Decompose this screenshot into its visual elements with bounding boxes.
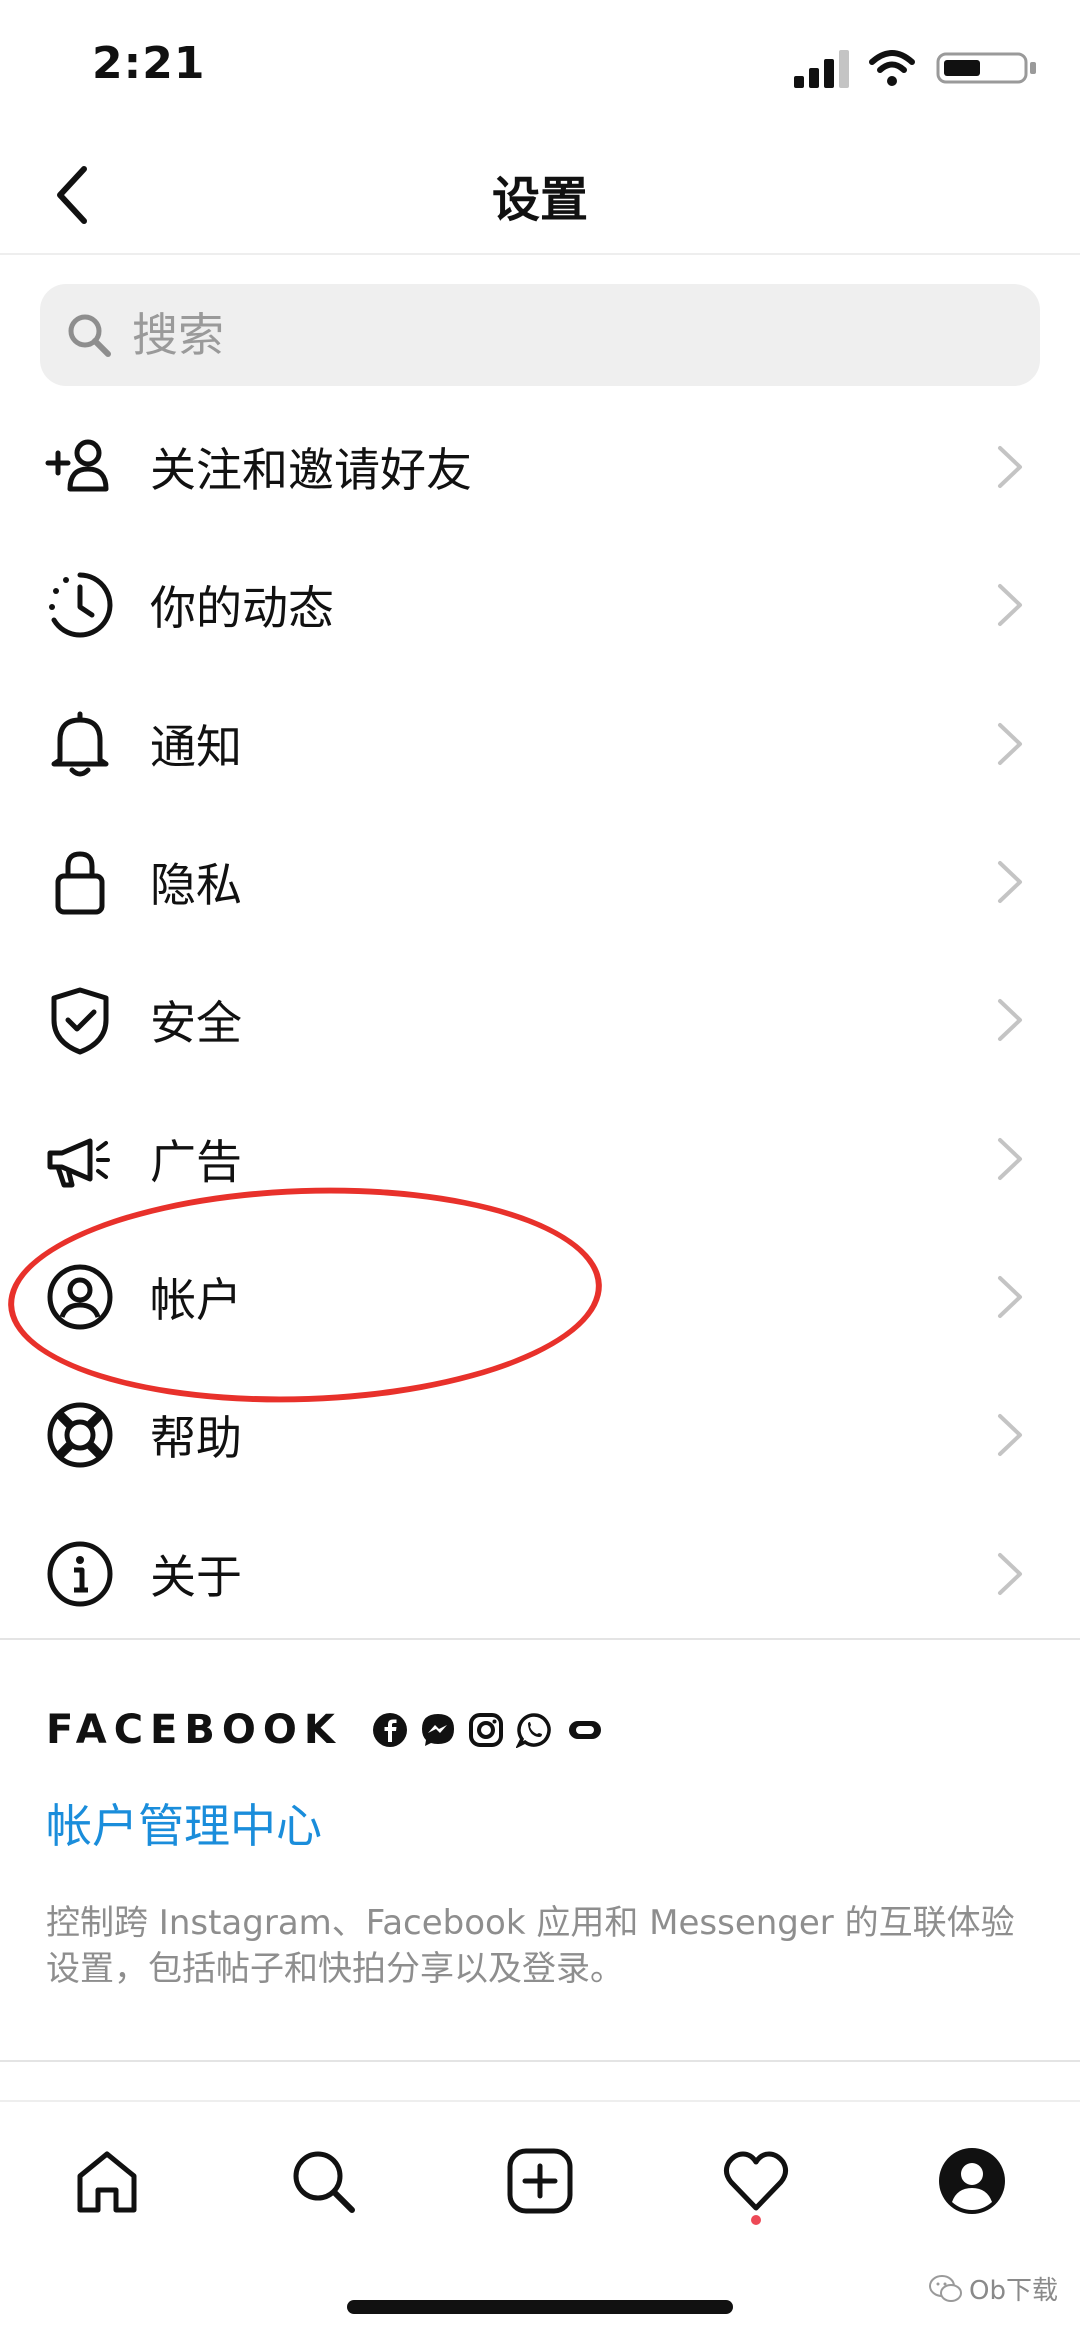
instagram-icon	[468, 1713, 503, 1747]
menu-item-security[interactable]: 安全	[0, 951, 1080, 1089]
activity-heart-icon	[723, 2151, 789, 2211]
status-bar: 2:21	[0, 0, 1080, 130]
chevron-right-icon	[998, 1414, 1022, 1457]
profile-icon	[939, 2148, 1005, 2214]
notification-dot	[751, 2215, 761, 2225]
menu-item-privacy[interactable]: 隐私	[0, 813, 1080, 951]
lock-icon	[44, 846, 116, 918]
chevron-right-icon	[998, 1275, 1022, 1318]
section-divider	[0, 1638, 1080, 1640]
facebook-wordmark: FACEBOOK	[46, 1707, 342, 1753]
menu-item-label: 帐户	[150, 1272, 242, 1327]
facebook-icon	[372, 1713, 407, 1747]
status-icons	[740, 48, 1040, 88]
menu-item-follow-invite[interactable]: 关注和邀请好友	[0, 398, 1080, 536]
header: 设置	[0, 140, 1080, 255]
home-icon	[77, 2151, 137, 2213]
menu-item-your-activity[interactable]: 你的动态	[0, 536, 1080, 674]
wifi-icon	[869, 50, 915, 86]
accounts-center-link[interactable]: 帐户管理中心	[46, 1790, 1046, 1856]
menu-item-label: 广告	[150, 1134, 242, 1189]
chevron-right-icon	[998, 446, 1022, 489]
create-icon	[507, 2148, 573, 2214]
add-person-icon	[44, 431, 116, 503]
oculus-icon	[568, 1721, 601, 1739]
menu-item-notifications[interactable]: 通知	[0, 675, 1080, 813]
search-icon	[293, 2151, 355, 2213]
signal-icon	[794, 50, 849, 88]
watermark: Ob下载	[929, 2270, 1058, 2307]
menu-item-about[interactable]: 关于	[0, 1504, 1080, 1642]
battery-icon	[936, 52, 1036, 84]
wechat-icon	[929, 2274, 963, 2302]
facebook-section: FACEBOOK 帐户管理中心 控制跨 Instagram、Facebook 应…	[46, 1700, 1046, 1992]
menu-item-label: 关于	[150, 1549, 242, 1604]
home-indicator	[347, 2300, 733, 2314]
megaphone-icon	[44, 1123, 116, 1195]
menu-item-help[interactable]: 帮助	[0, 1366, 1080, 1504]
menu-item-label: 帮助	[150, 1411, 242, 1466]
status-time: 2:21	[92, 38, 206, 89]
facebook-app-icons	[372, 1712, 606, 1748]
bell-icon	[44, 708, 116, 780]
account-circle-icon	[44, 1261, 116, 1333]
menu-item-label: 安全	[150, 996, 242, 1051]
menu-item-label: 你的动态	[150, 581, 334, 636]
chevron-right-icon	[998, 999, 1022, 1042]
chevron-right-icon	[998, 722, 1022, 765]
bottom-nav	[0, 2100, 1080, 2240]
whatsapp-icon	[515, 1713, 551, 1748]
info-icon	[44, 1538, 116, 1610]
watermark-text: Ob下载	[969, 2276, 1058, 2306]
activity-clock-icon	[44, 569, 116, 641]
menu-item-account[interactable]: 帐户	[0, 1228, 1080, 1366]
page-title: 设置	[491, 172, 588, 228]
search-input[interactable]	[132, 308, 1012, 362]
nav-create[interactable]	[495, 2136, 585, 2226]
accounts-center-description: 控制跨 Instagram、Facebook 应用和 Messenger 的互联…	[46, 1903, 1015, 1989]
settings-menu: 关注和邀请好友 你的动态 通知 隐私 安全 广告 帐户 帮助 关于	[0, 398, 1080, 1643]
shield-check-icon	[44, 984, 116, 1056]
search-box[interactable]	[40, 284, 1040, 386]
lifebuoy-icon	[44, 1399, 116, 1471]
chevron-right-icon	[998, 861, 1022, 904]
search-icon	[68, 314, 111, 357]
menu-item-label: 隐私	[150, 858, 242, 913]
chevron-right-icon	[998, 1552, 1022, 1595]
menu-item-label: 关注和邀请好友	[150, 443, 472, 498]
nav-search[interactable]	[278, 2136, 368, 2226]
menu-item-ads[interactable]: 广告	[0, 1089, 1080, 1227]
messenger-icon	[421, 1714, 454, 1746]
menu-item-label: 通知	[150, 719, 242, 774]
nav-activity[interactable]	[711, 2136, 801, 2226]
nav-profile[interactable]	[927, 2136, 1017, 2226]
nav-home[interactable]	[62, 2136, 152, 2226]
facebook-header: FACEBOOK	[46, 1700, 1046, 1760]
chevron-right-icon	[998, 1137, 1022, 1180]
chevron-right-icon	[998, 584, 1022, 627]
section-divider	[0, 2060, 1080, 2062]
